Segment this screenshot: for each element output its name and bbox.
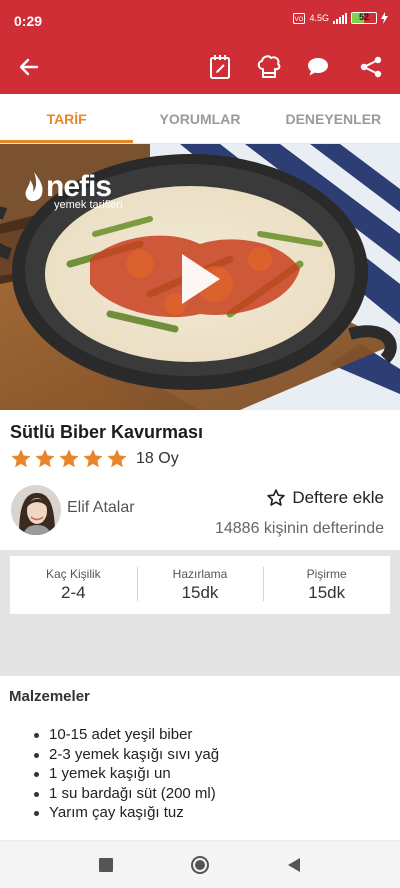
list-item: 1 su bardağı süt (200 ml) xyxy=(34,784,219,804)
home-button[interactable] xyxy=(188,853,212,877)
stat-servings: Kaç Kişilik 2-4 xyxy=(10,567,137,603)
ingredients-heading: Malzemeler xyxy=(9,688,90,705)
brand-tagline: yemek tarifleri xyxy=(54,199,123,211)
rating-count: 18 Oy xyxy=(136,450,179,467)
recipe-title: Sütlü Biber Kavurması xyxy=(10,422,204,442)
clock: 0:29 xyxy=(14,13,43,29)
notebook-button[interactable] xyxy=(205,52,235,82)
system-nav-bar xyxy=(0,840,400,888)
battery-icon: 52 xyxy=(351,12,377,24)
home-circle-icon xyxy=(191,856,209,874)
charging-icon xyxy=(381,12,388,24)
status-bar: 0:29 VO 4.5G 52 xyxy=(0,0,400,40)
star-outline-icon xyxy=(267,489,286,506)
chef-hat-icon xyxy=(257,55,281,78)
volte-icon: VO xyxy=(293,12,306,24)
stat-label: Hazırlama xyxy=(172,567,228,581)
notebook-count: 14886 kişinin defterinde xyxy=(214,520,384,537)
ingredients-list: 10-15 adet yeşil biber 2-3 yemek kaşığı … xyxy=(34,725,219,823)
star-icon xyxy=(83,449,103,468)
back-arrow-icon xyxy=(19,58,39,76)
rating: 18 Oy xyxy=(10,448,179,470)
flame-logo-icon xyxy=(25,172,43,202)
comments-button[interactable] xyxy=(303,52,333,82)
avatar[interactable] xyxy=(11,485,61,535)
recents-square-icon xyxy=(99,858,113,872)
add-to-notebook-button[interactable]: Deftere ekle xyxy=(266,488,384,508)
svg-text:VO: VO xyxy=(295,17,304,23)
signal-icon xyxy=(333,12,347,24)
author-name[interactable]: Elif Atalar xyxy=(67,499,135,517)
add-to-notebook-label: Deftere ekle xyxy=(292,488,384,507)
battery-level: 52 xyxy=(358,12,369,22)
stat-prep-time: Hazırlama 15dk xyxy=(136,567,264,603)
recents-button[interactable] xyxy=(94,853,118,877)
chef-button[interactable] xyxy=(254,52,284,82)
list-item: Yarım çay kaşığı tuz xyxy=(34,803,219,823)
stat-value: 2-4 xyxy=(61,583,86,602)
app-toolbar xyxy=(0,40,400,94)
stats-section: Kaç Kişilik 2-4 Hazırlama 15dk Pişirme 1… xyxy=(0,550,400,676)
star-icon xyxy=(35,449,55,468)
star-icon xyxy=(107,449,127,468)
star-icon xyxy=(11,449,31,468)
system-icons: VO 4.5G 52 xyxy=(293,12,388,24)
stat-value: 15dk xyxy=(181,583,219,602)
list-item: 10-15 adet yeşil biber xyxy=(34,725,219,745)
brand-name: nefis xyxy=(46,170,112,203)
author-photo xyxy=(11,485,61,535)
tab-recipe[interactable]: TARİF xyxy=(0,94,134,143)
share-button[interactable] xyxy=(356,52,386,82)
stats-card: Kaç Kişilik 2-4 Hazırlama 15dk Pişirme 1… xyxy=(10,556,390,614)
comment-icon xyxy=(308,58,328,76)
recipe-tabs: TARİF YORUMLAR DENEYENLER xyxy=(0,94,400,144)
network-type: 4.5G xyxy=(309,13,329,23)
stat-label: Kaç Kişilik xyxy=(45,567,101,581)
stat-cook-time: Pişirme 15dk xyxy=(263,567,390,603)
recipe-info: Sütlü Biber Kavurması 18 Oy Elif Atalar … xyxy=(0,410,400,550)
star-icon xyxy=(59,449,79,468)
list-item: 1 yemek kaşığı un xyxy=(34,764,219,784)
back-button[interactable] xyxy=(14,52,44,82)
notebook-edit-icon xyxy=(210,55,230,79)
share-icon xyxy=(360,56,382,78)
nav-back-button[interactable] xyxy=(282,853,306,877)
list-item: 2-3 yemek kaşığı sıvı yağ xyxy=(34,745,219,765)
stat-value: 15dk xyxy=(308,583,346,602)
back-triangle-icon xyxy=(288,858,300,872)
tab-triers[interactable]: DENEYENLER xyxy=(267,94,400,143)
recipe-video[interactable]: nefis yemek tarifleri xyxy=(0,144,400,410)
tab-comments[interactable]: YORUMLAR xyxy=(133,94,266,143)
ingredients-section: Malzemeler 10-15 adet yeşil biber 2-3 ye… xyxy=(0,676,400,840)
stat-label: Pişirme xyxy=(306,567,347,581)
